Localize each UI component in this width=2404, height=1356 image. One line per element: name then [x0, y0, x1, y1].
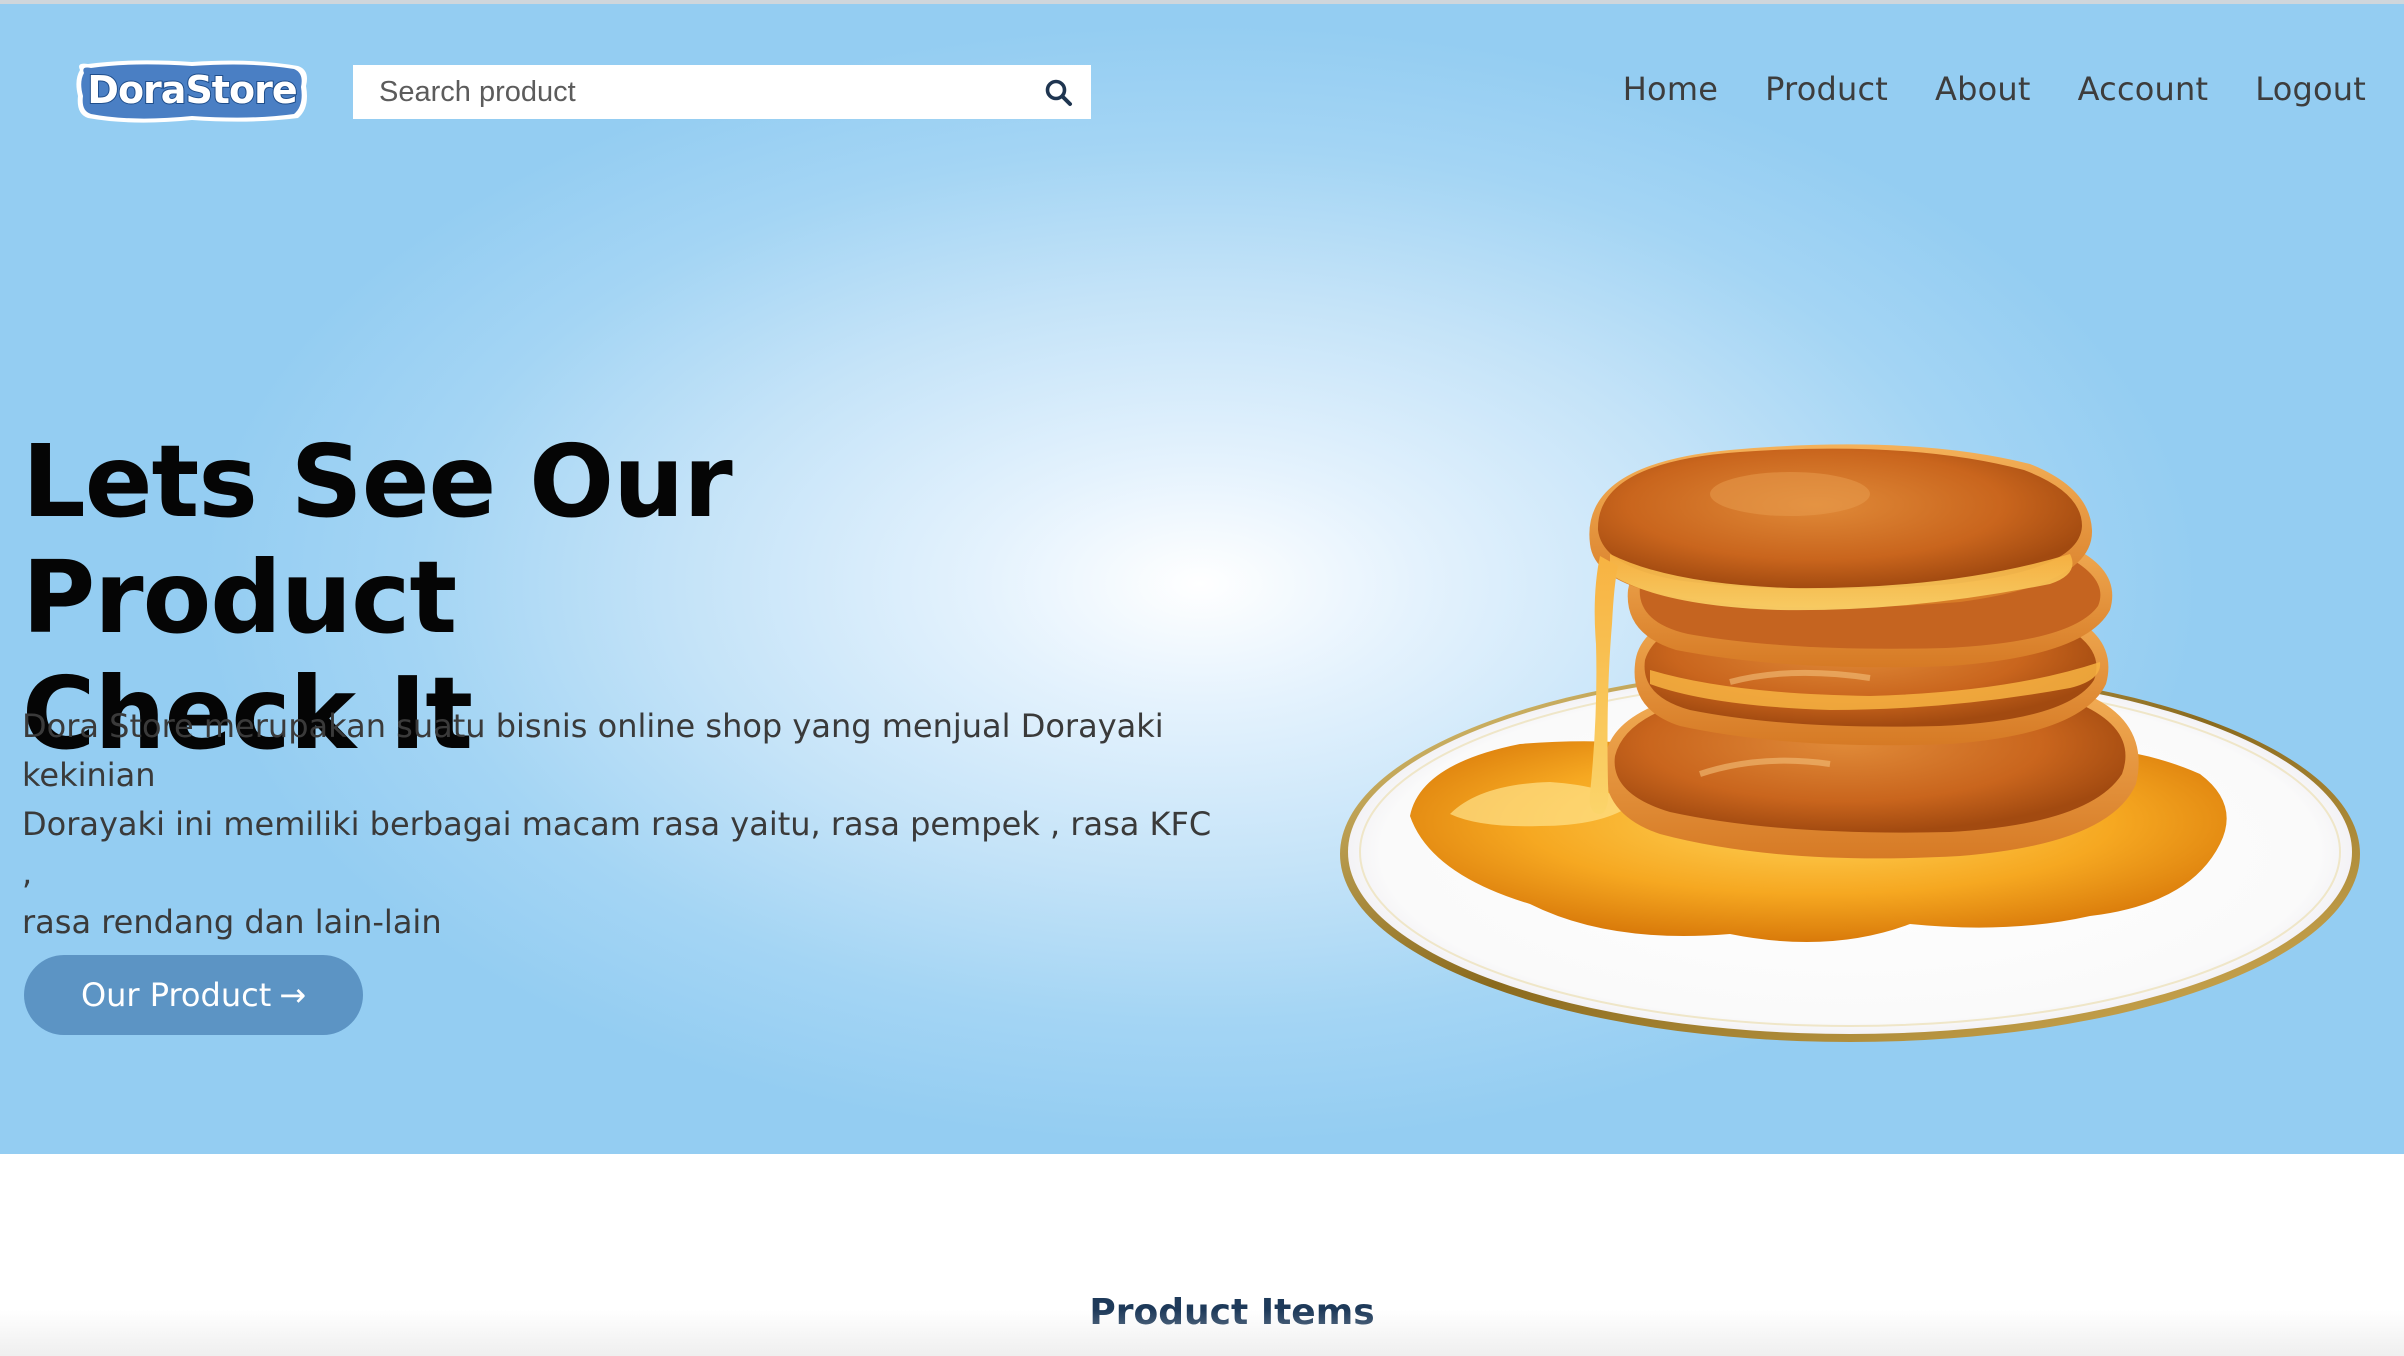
hero-description: Dora Store merupakan suatu bisnis online…	[22, 702, 1222, 947]
hero-desc-line-3: Dorayaki ini memiliki berbagai macam ras…	[22, 805, 1212, 892]
nav-home-link[interactable]: Home	[1623, 70, 1718, 108]
main-nav: Home Product About Account Logout	[1623, 70, 2366, 108]
hero-desc-line-2: kekinian	[22, 756, 156, 794]
nav-account-link[interactable]: Account	[2078, 70, 2209, 108]
hero-desc-line-4: rasa rendang dan lain-lain	[22, 903, 442, 941]
arrow-right-icon: →	[279, 976, 307, 1014]
our-product-button-label: Our Product	[80, 976, 272, 1014]
nav-logout-link[interactable]: Logout	[2255, 70, 2366, 108]
dorayaki-image	[1310, 434, 2360, 1054]
dorastore-logo[interactable]: DoraStore	[72, 56, 312, 126]
search-button[interactable]	[1041, 75, 1077, 111]
search-icon	[1045, 79, 1072, 106]
our-product-button[interactable]: Our Product →	[24, 955, 363, 1035]
hero-desc-line-1: Dora Store merupakan suatu bisnis online…	[22, 707, 1164, 745]
search-bar	[353, 65, 1091, 119]
logo-text: DoraStore	[87, 68, 296, 112]
hero-headline-line-1: Lets See Our Product	[22, 423, 733, 656]
nav-about-link[interactable]: About	[1935, 70, 2031, 108]
search-input[interactable]	[353, 65, 993, 119]
product-items-title: Product Items	[1089, 1292, 1375, 1333]
nav-product-link[interactable]: Product	[1765, 70, 1888, 108]
hero-section: DoraStore Home Product About Account Log…	[0, 4, 2404, 1154]
